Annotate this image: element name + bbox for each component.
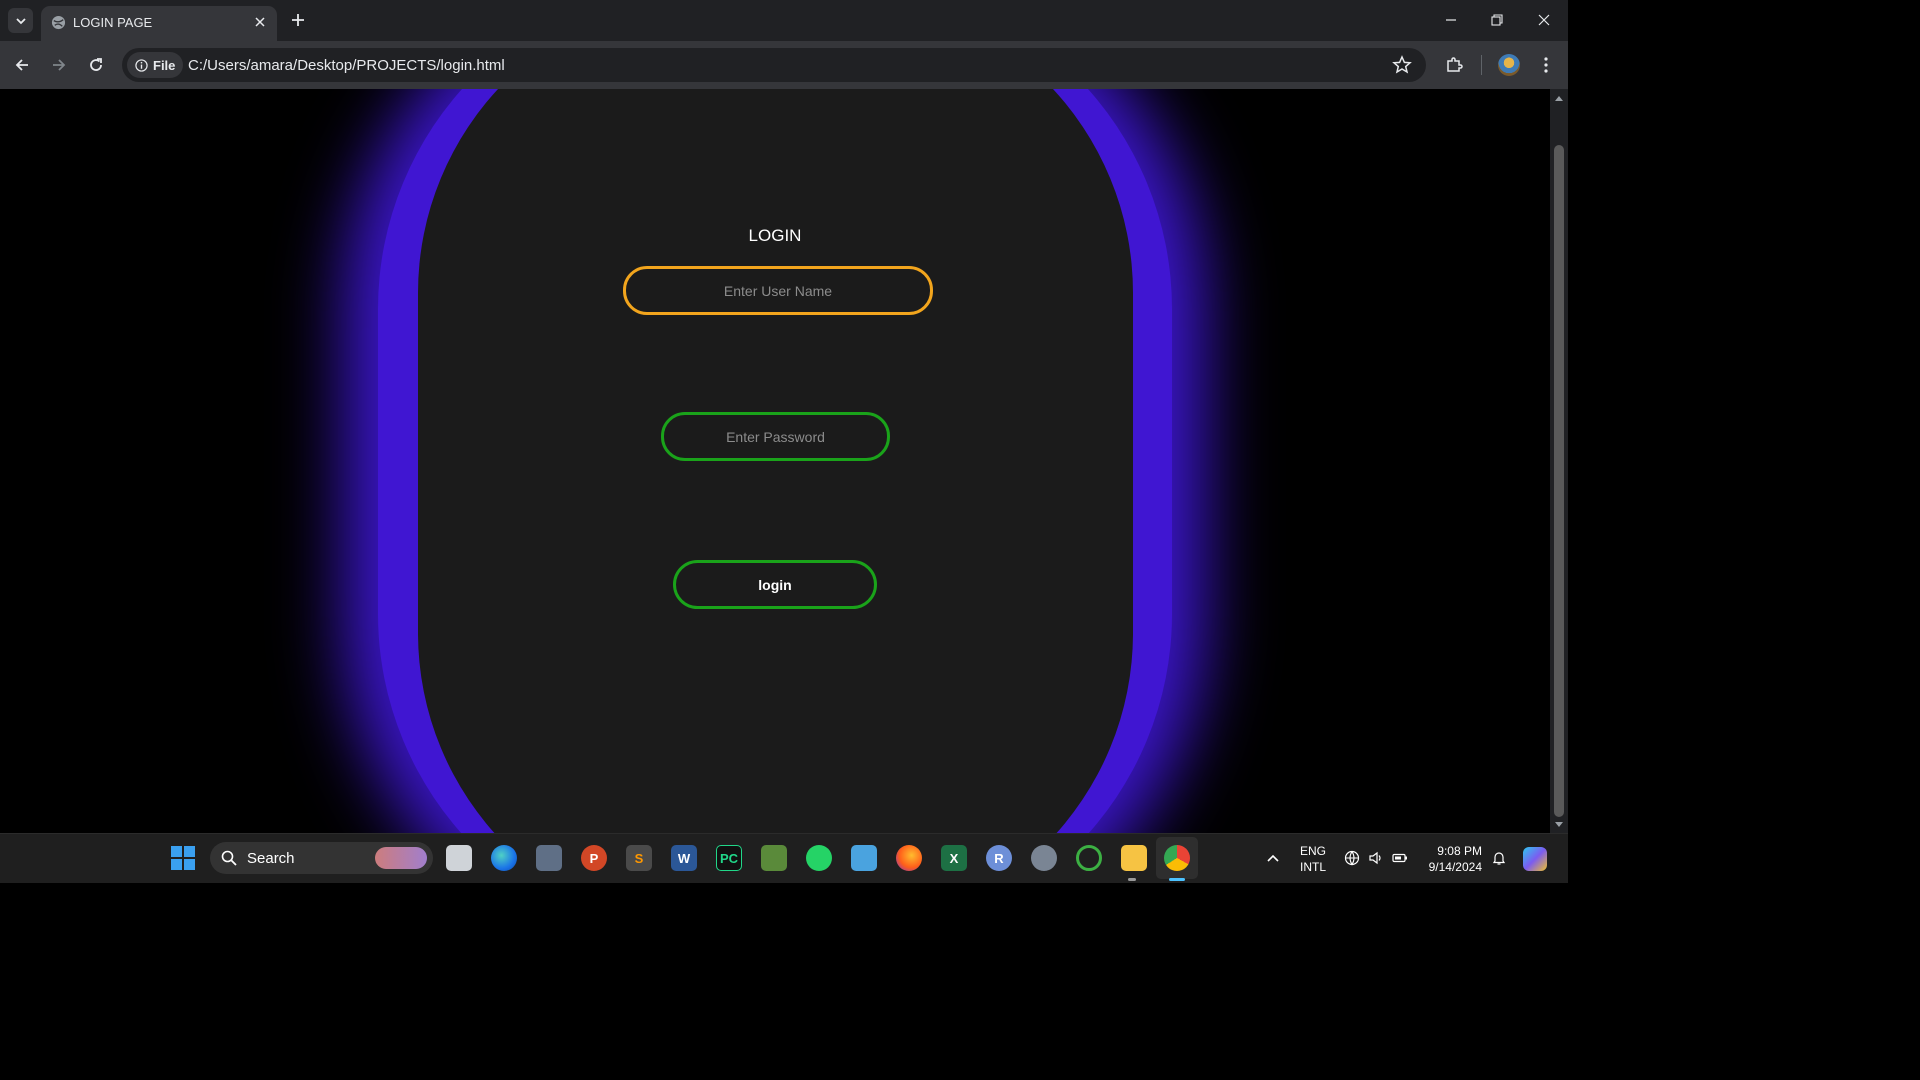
forward-button[interactable] [45, 51, 73, 79]
tab-login-page[interactable]: LOGIN PAGE [41, 6, 277, 41]
page-scrollbar[interactable] [1550, 89, 1568, 833]
reload-icon [90, 58, 102, 71]
close-icon [255, 17, 265, 27]
lang-bottom: INTL [1300, 860, 1327, 874]
explorer-running-indicator [1128, 878, 1136, 881]
tab-close-button[interactable] [251, 13, 269, 31]
more-vertical-icon [1544, 57, 1548, 73]
firefox-icon[interactable] [896, 845, 922, 871]
volume-icon[interactable] [1368, 850, 1384, 866]
profile-avatar[interactable] [1498, 54, 1520, 76]
tab-search-button[interactable] [8, 8, 33, 33]
url-text[interactable]: C:/Users/amara/Desktop/PROJECTS/login.ht… [188, 57, 505, 74]
lang-top: ENG [1300, 844, 1327, 858]
refresh-app-icon[interactable] [1076, 845, 1102, 871]
restore-button[interactable] [1474, 6, 1520, 34]
info-icon [135, 58, 148, 72]
search-label: Search [247, 850, 295, 867]
browser-toolbar: File C:/Users/amara/Desktop/PROJECTS/log… [0, 41, 1568, 89]
login-button[interactable]: login [673, 560, 877, 609]
site-chip-label: File [153, 57, 176, 73]
windows-taskbar: Search P S W PC X R ENG INTL 9:08 PM 9/1… [0, 833, 1568, 883]
chevron-up-icon[interactable] [1266, 851, 1280, 865]
password-input[interactable] [661, 412, 890, 461]
globe-icon [51, 15, 66, 30]
menu-button[interactable] [1532, 51, 1560, 79]
settings-icon[interactable] [1031, 845, 1057, 871]
file-explorer-icon[interactable] [1121, 845, 1147, 871]
tab-title: LOGIN PAGE [73, 15, 153, 30]
powerpoint-icon[interactable]: P [581, 845, 607, 871]
whatsapp-icon[interactable] [806, 845, 832, 871]
chevron-down-icon [15, 17, 26, 24]
battery-icon[interactable] [1392, 850, 1408, 866]
notepad-icon[interactable] [851, 845, 877, 871]
close-icon [1538, 14, 1550, 26]
clock-time: 9:08 PM [1437, 844, 1482, 858]
address-bar[interactable]: File C:/Users/amara/Desktop/PROJECTS/log… [122, 48, 1426, 82]
clock-date: 9/14/2024 [1428, 860, 1482, 874]
excel-icon[interactable]: X [941, 845, 967, 871]
scroll-down-arrow[interactable] [1555, 822, 1563, 827]
scroll-up-arrow[interactable] [1555, 96, 1563, 101]
search-highlight-icon [375, 847, 427, 869]
page-viewport: LOGIN login [0, 89, 1550, 833]
arrow-left-icon [15, 59, 28, 71]
task-view-icon[interactable] [446, 845, 472, 871]
network-icon[interactable] [1344, 850, 1360, 866]
plus-icon [292, 14, 304, 26]
minimize-button[interactable] [1428, 6, 1474, 34]
site-info-chip[interactable]: File [127, 52, 184, 78]
word-icon[interactable]: W [671, 845, 697, 871]
star-icon[interactable] [1392, 55, 1412, 75]
copilot-icon[interactable] [1523, 847, 1547, 871]
puzzle-icon [1447, 57, 1463, 72]
windows-start-icon[interactable] [171, 846, 195, 870]
edge-icon[interactable] [491, 845, 517, 871]
reload-button[interactable] [82, 51, 110, 79]
login-heading: LOGIN [748, 226, 802, 245]
close-window-button[interactable] [1521, 6, 1567, 34]
minimize-icon [1446, 19, 1456, 21]
toolbar-divider [1481, 55, 1482, 75]
sublime-icon[interactable]: S [626, 845, 652, 871]
search-icon [221, 850, 237, 866]
notification-bell-icon[interactable] [1491, 850, 1507, 866]
restore-icon [1491, 14, 1503, 26]
arrow-right-icon [53, 59, 66, 71]
new-tab-button[interactable] [287, 9, 309, 31]
language-indicator[interactable]: ENG INTL [1300, 843, 1326, 875]
chrome-icon[interactable] [1164, 845, 1190, 871]
taskbar-search[interactable]: Search [210, 842, 433, 874]
taskbar-clock[interactable]: 9:08 PM 9/14/2024 [1422, 843, 1482, 875]
username-input[interactable] [623, 266, 933, 315]
r-icon[interactable]: R [986, 845, 1012, 871]
login-card [418, 89, 1133, 833]
pycharm-icon[interactable]: PC [716, 845, 742, 871]
calculator-icon[interactable] [536, 845, 562, 871]
tab-strip: LOGIN PAGE [0, 0, 1568, 41]
chrome-active-indicator [1169, 878, 1185, 881]
image-app-icon[interactable] [761, 845, 787, 871]
back-button[interactable] [8, 51, 36, 79]
scroll-thumb[interactable] [1554, 145, 1564, 817]
extensions-button[interactable] [1440, 51, 1468, 79]
